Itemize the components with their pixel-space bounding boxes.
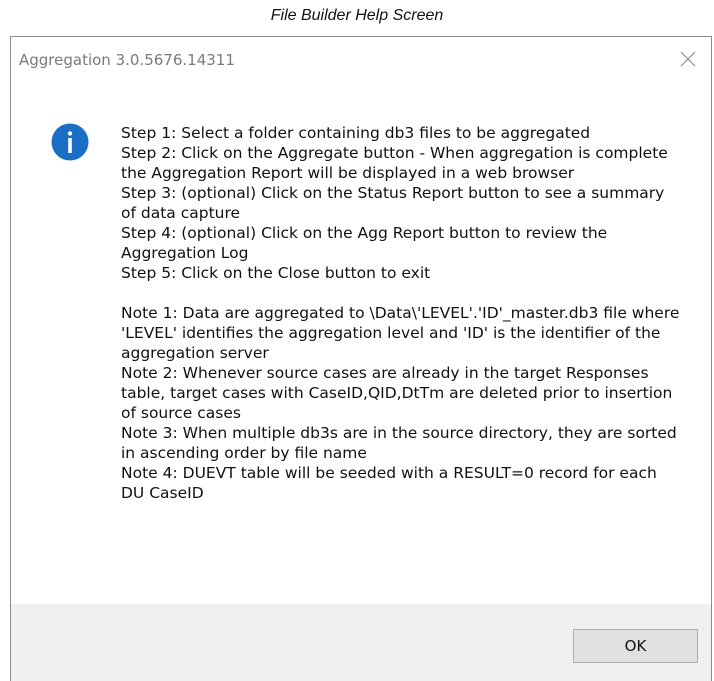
title-bar: Aggregation 3.0.5676.14311 [11,37,711,81]
message-dialog: Aggregation 3.0.5676.14311 Step 1: Selec… [10,36,712,681]
ok-button[interactable]: OK [573,629,698,663]
info-icon [51,123,89,161]
window-title: Aggregation 3.0.5676.14311 [19,51,235,69]
close-icon [680,51,696,67]
figure-caption: File Builder Help Screen [270,7,444,24]
button-bar: OK [11,604,711,681]
close-button[interactable] [665,37,711,81]
message-text: Step 1: Select a folder containing db3 f… [121,124,680,502]
